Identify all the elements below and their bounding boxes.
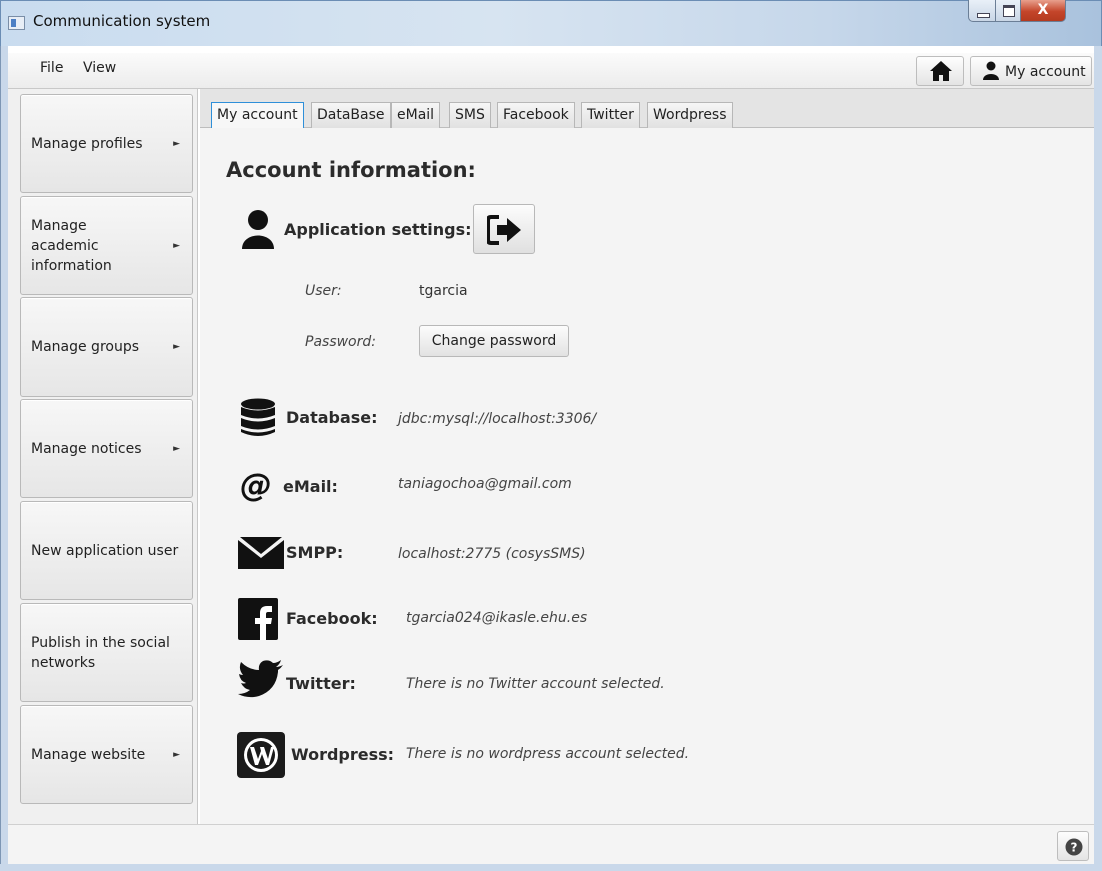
app-settings-label: Application settings: <box>284 220 472 239</box>
sidebar-item-label: Manage academic information <box>31 217 112 274</box>
minimize-button[interactable] <box>968 0 996 22</box>
sidebar-item-manage-profiles[interactable]: Manage profiles ► <box>20 94 193 193</box>
facebook-label: Facebook: <box>286 609 378 628</box>
chevron-right-icon: ► <box>173 240 180 251</box>
smpp-value: localhost:2775 (cosysSMS) <box>398 546 586 562</box>
wordpress-value: There is no wordpress account selected. <box>406 746 690 762</box>
window-frame-bottom <box>0 864 1102 871</box>
sidebar-item-label: Manage groups <box>31 339 140 355</box>
sidebar-item-label: Publish in the social networks <box>31 634 170 671</box>
window-title: Communication system <box>33 12 211 30</box>
wordpress-label: Wordpress: <box>291 745 395 764</box>
chevron-right-icon: ► <box>173 342 180 352</box>
sidebar-item-label: Manage website <box>31 746 146 763</box>
home-button[interactable] <box>916 56 964 86</box>
wordpress-icon <box>237 732 285 778</box>
my-account-label: My account <box>1005 64 1086 80</box>
my-account-button[interactable]: My account <box>970 56 1092 86</box>
window-frame-left <box>0 46 8 871</box>
user-icon <box>242 210 274 249</box>
svg-text:?: ? <box>1071 841 1078 855</box>
change-password-button[interactable]: Change password <box>419 325 569 357</box>
maximize-button[interactable] <box>995 0 1021 22</box>
twitter-value: There is no Twitter account selected. <box>406 676 665 692</box>
tab-database[interactable]: DataBase <box>311 102 391 129</box>
at-sign-icon: @ <box>240 466 272 504</box>
tab-sms[interactable]: SMS <box>449 102 491 129</box>
facebook-value: tgarcia024@ikasle.ehu.es <box>406 610 588 626</box>
smpp-label: SMPP: <box>286 543 344 562</box>
sidebar-item-label: Manage profiles <box>31 135 143 152</box>
sidebar-item-manage-website[interactable]: Manage website ► <box>20 705 193 804</box>
user-value: tgarcia <box>419 283 468 299</box>
twitter-icon <box>238 660 283 698</box>
sidebar-item-manage-groups[interactable]: Manage groups ► <box>20 297 193 397</box>
email-value: taniagochoa@gmail.com <box>398 476 572 492</box>
tab-facebook[interactable]: Facebook <box>497 102 575 129</box>
status-bar <box>8 824 1094 864</box>
logout-button[interactable] <box>473 204 535 254</box>
tab-email[interactable]: eMail <box>391 102 441 129</box>
database-icon <box>241 398 275 436</box>
user-label: User: <box>305 283 342 299</box>
facebook-icon <box>238 598 278 640</box>
home-icon <box>930 61 952 81</box>
tab-my-account[interactable]: My account <box>211 102 304 130</box>
menu-file[interactable]: File <box>40 60 63 76</box>
sidebar-item-new-application-user[interactable]: New application user <box>20 501 193 600</box>
twitter-label: Twitter: <box>286 674 356 693</box>
sidebar-item-publish-social-networks[interactable]: Publish in the social networks <box>20 603 193 702</box>
help-icon: ? <box>1065 838 1083 856</box>
chevron-right-icon: ► <box>173 138 180 149</box>
sidebar-item-label: New application user <box>31 542 179 559</box>
menu-view[interactable]: View <box>83 60 116 76</box>
page-title: Account information: <box>226 158 476 182</box>
email-label: eMail: <box>283 477 338 496</box>
envelope-icon <box>238 537 284 569</box>
password-label: Password: <box>305 334 376 350</box>
tab-wordpress[interactable]: Wordpress <box>647 102 733 129</box>
database-value: jdbc:mysql://localhost:3306/ <box>398 411 597 427</box>
chevron-right-icon: ► <box>173 749 180 760</box>
app-icon <box>8 16 25 30</box>
window-frame-right <box>1094 46 1102 871</box>
close-button[interactable]: X <box>1020 0 1066 22</box>
help-button[interactable]: ? <box>1057 831 1089 861</box>
sidebar-item-manage-academic-information[interactable]: Manage academic information ► <box>20 196 193 295</box>
tab-twitter[interactable]: Twitter <box>581 102 640 129</box>
sidebar-item-manage-notices[interactable]: Manage notices ► <box>20 399 193 498</box>
logout-icon <box>487 215 521 245</box>
chevron-right-icon: ► <box>173 443 180 454</box>
database-label: Database: <box>286 408 378 427</box>
user-icon <box>983 61 999 80</box>
sidebar-item-label: Manage notices <box>31 440 142 457</box>
